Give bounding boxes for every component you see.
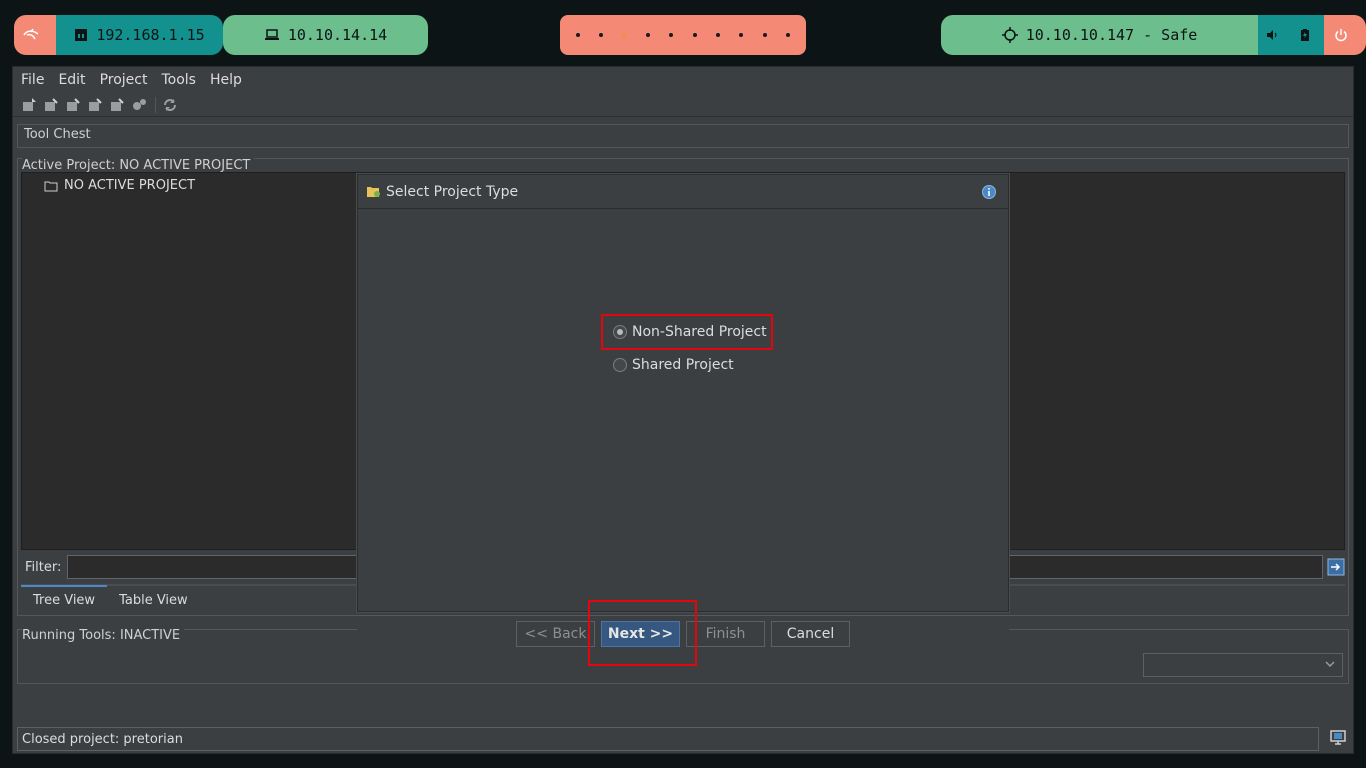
shared-project-label: Shared Project (632, 357, 734, 373)
workspace-2[interactable] (599, 33, 604, 37)
vpn-ip-indicator: 10.10.14.14 (223, 15, 428, 55)
menubar: File Edit Project Tools Help (13, 67, 1353, 93)
active-project-title: Active Project: NO ACTIVE PROJECT (22, 158, 255, 173)
close-project-icon[interactable] (109, 97, 125, 113)
shared-project-option[interactable]: Shared Project (613, 357, 734, 373)
highlight-box-next (588, 600, 697, 666)
workspace-6[interactable] (692, 33, 697, 37)
crosshair-icon (1001, 27, 1018, 43)
monitor-icon[interactable] (1329, 729, 1347, 747)
kali-menu-button[interactable] (14, 15, 56, 55)
finish-button[interactable]: Finish (686, 621, 765, 647)
dialog-header: Select Project Type (358, 175, 1008, 209)
power-icon (1335, 29, 1347, 42)
laptop-icon (264, 29, 279, 40)
running-tools-title: Running Tools: INACTIVE (22, 628, 185, 643)
status-bar: Closed project: pretorian (17, 727, 1319, 751)
tree-node-label: NO ACTIVE PROJECT (64, 178, 196, 193)
chevron-down-icon (1325, 661, 1335, 668)
dialog-title: Select Project Type (386, 183, 519, 200)
vpn-ip-text: 10.10.14.14 (287, 26, 388, 44)
target-indicator: 10.10.10.147 - Safe (941, 15, 1258, 55)
status-text: Closed project: pretorian (22, 731, 183, 747)
apply-filter-icon[interactable] (1327, 558, 1345, 576)
select-project-type-dialog: Select Project Type Non-Shared Project S… (357, 174, 1009, 612)
workspace-4[interactable] (645, 33, 650, 37)
tree-node[interactable]: NO ACTIVE PROJECT (44, 178, 195, 193)
kali-dragon-icon (23, 28, 39, 40)
workspace-1[interactable] (575, 33, 580, 37)
menu-help[interactable]: Help (210, 72, 242, 88)
host-ip-indicator: 192.168.1.15 (56, 15, 223, 55)
folder-icon (44, 181, 58, 191)
menu-project[interactable]: Project (100, 72, 148, 88)
workspace-8[interactable] (739, 33, 744, 37)
info-icon[interactable] (982, 185, 996, 199)
target-text: 10.10.10.147 - Safe (1025, 26, 1198, 44)
workspace-3[interactable] (622, 33, 627, 37)
back-button[interactable]: << Back (516, 621, 595, 647)
save-project-icon[interactable] (65, 97, 81, 113)
filter-label: Filter: (25, 559, 62, 575)
workspace-7[interactable] (716, 33, 721, 37)
folder-project-icon (367, 187, 380, 197)
workspace-5[interactable] (669, 33, 674, 37)
system-tray (1258, 15, 1324, 55)
ethernet-icon (75, 29, 88, 41)
cancel-button[interactable]: Cancel (771, 621, 850, 647)
tool-chest-panel: Tool Chest (17, 124, 1349, 148)
shared-project-radio[interactable] (613, 358, 627, 372)
workspace-10[interactable] (786, 33, 791, 37)
workspace-switcher[interactable] (560, 15, 806, 55)
settings-icon[interactable] (131, 97, 147, 113)
highlight-box-radio (601, 314, 773, 350)
menu-tools[interactable]: Tools (161, 72, 196, 88)
workspace-9[interactable] (762, 33, 767, 37)
tool-select[interactable] (1143, 653, 1343, 677)
toolbar (13, 93, 1353, 117)
tool-chest-title: Tool Chest (24, 127, 91, 142)
menu-edit[interactable]: Edit (58, 72, 85, 88)
save-as-icon[interactable] (87, 97, 103, 113)
new-project-icon[interactable] (21, 97, 37, 113)
host-ip-text: 192.168.1.15 (96, 26, 205, 44)
tab-table-view[interactable]: Table View (107, 586, 200, 614)
menu-file[interactable]: File (21, 72, 44, 88)
open-project-icon[interactable] (43, 97, 59, 113)
refresh-icon[interactable] (162, 97, 178, 113)
power-button[interactable] (1324, 15, 1366, 55)
toolbar-separator (155, 96, 156, 113)
battery-icon (1300, 29, 1309, 41)
volume-icon[interactable] (1266, 29, 1278, 41)
tab-tree-view[interactable]: Tree View (21, 585, 108, 613)
